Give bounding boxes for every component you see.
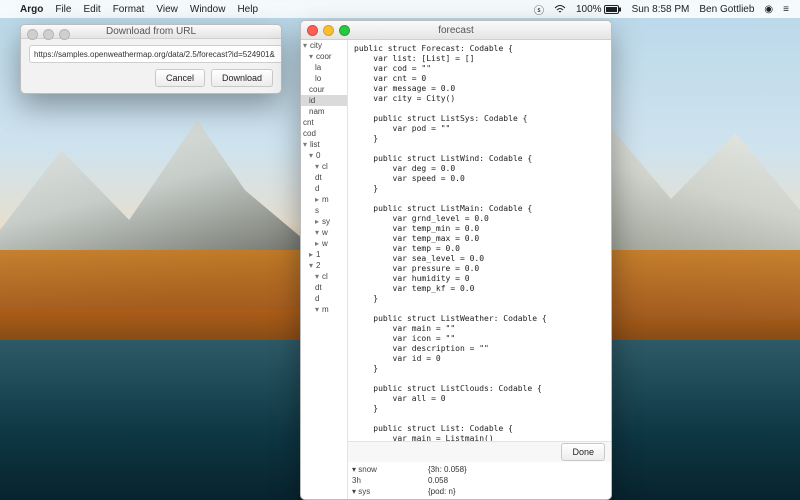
menu-clock[interactable]: Sun 8:58 PM (632, 4, 690, 15)
tree-row[interactable]: lo (301, 73, 347, 84)
menu-bar: Argo File Edit Format View Window Help ⓢ… (0, 0, 800, 18)
done-button[interactable]: Done (561, 443, 605, 461)
cancel-button[interactable]: Cancel (155, 69, 205, 87)
download-url-dialog: Download from URL Cancel Download (20, 24, 282, 94)
close-icon[interactable] (307, 25, 318, 36)
notification-center-icon[interactable]: ≡ (783, 4, 789, 15)
window-titlebar[interactable]: forecast (301, 21, 611, 40)
json-tree-sidebar[interactable]: citycoorlalocouridnamcntcodlist0cldtdmss… (301, 40, 348, 499)
tree-row[interactable]: cod (301, 128, 347, 139)
tree-row[interactable]: coor (301, 51, 347, 62)
tree-row[interactable]: la (301, 62, 347, 73)
tree-row[interactable]: cour (301, 84, 347, 95)
generated-code-view[interactable]: public struct Forecast: Codable { var li… (348, 40, 611, 441)
property-inspector: ▾ snow{3h: 0.058} 3h0.058▾ sys{pod: n} (348, 462, 611, 499)
inspector-row: ▾ sys{pod: n} (352, 486, 611, 497)
tree-row[interactable]: cl (301, 161, 347, 172)
battery-status[interactable]: 100% (576, 4, 622, 15)
tree-row[interactable]: sy (301, 216, 347, 227)
tree-row[interactable]: 1 (301, 249, 347, 260)
forecast-window: forecast citycoorlalocouridnamcntcodlist… (300, 20, 612, 500)
tree-row[interactable]: 0 (301, 150, 347, 161)
tree-row[interactable]: id (301, 95, 347, 106)
zoom-icon[interactable] (339, 25, 350, 36)
tree-row[interactable]: m (301, 304, 347, 315)
menu-file[interactable]: File (55, 4, 71, 15)
wifi-icon[interactable] (554, 5, 566, 14)
menu-user[interactable]: Ben Gottlieb (699, 4, 754, 15)
minimize-icon[interactable] (323, 25, 334, 36)
battery-percent: 100% (576, 4, 602, 15)
menu-window[interactable]: Window (190, 4, 226, 15)
tree-row[interactable]: m (301, 194, 347, 205)
tree-row[interactable]: s (301, 205, 347, 216)
tree-row[interactable]: nam (301, 106, 347, 117)
menu-edit[interactable]: Edit (83, 4, 100, 15)
tree-row[interactable]: list (301, 139, 347, 150)
minimize-icon[interactable] (43, 29, 54, 40)
dialog-titlebar[interactable]: Download from URL (21, 25, 281, 39)
inspector-row: ▾ snow{3h: 0.058} (352, 464, 611, 475)
tree-row[interactable]: w (301, 227, 347, 238)
menu-help[interactable]: Help (237, 4, 258, 15)
close-icon[interactable] (27, 29, 38, 40)
download-button[interactable]: Download (211, 69, 273, 87)
tree-row[interactable]: cnt (301, 117, 347, 128)
tree-row[interactable]: city (301, 40, 347, 51)
menu-format[interactable]: Format (113, 4, 145, 15)
menu-view[interactable]: View (156, 4, 178, 15)
tree-row[interactable]: 2 (301, 260, 347, 271)
tree-row[interactable]: d (301, 183, 347, 194)
inspector-row: 3h0.058 (352, 475, 611, 486)
tree-row[interactable]: w (301, 238, 347, 249)
tree-row[interactable]: cl (301, 271, 347, 282)
siri-icon[interactable]: ◉ (764, 4, 773, 15)
zoom-icon[interactable] (59, 29, 70, 40)
app-name-menu[interactable]: Argo (20, 4, 43, 15)
skype-status-icon[interactable]: ⓢ (534, 2, 544, 17)
url-input[interactable] (29, 45, 282, 63)
tree-row[interactable]: d (301, 293, 347, 304)
tree-row[interactable]: dt (301, 172, 347, 183)
tree-row[interactable]: dt (301, 282, 347, 293)
